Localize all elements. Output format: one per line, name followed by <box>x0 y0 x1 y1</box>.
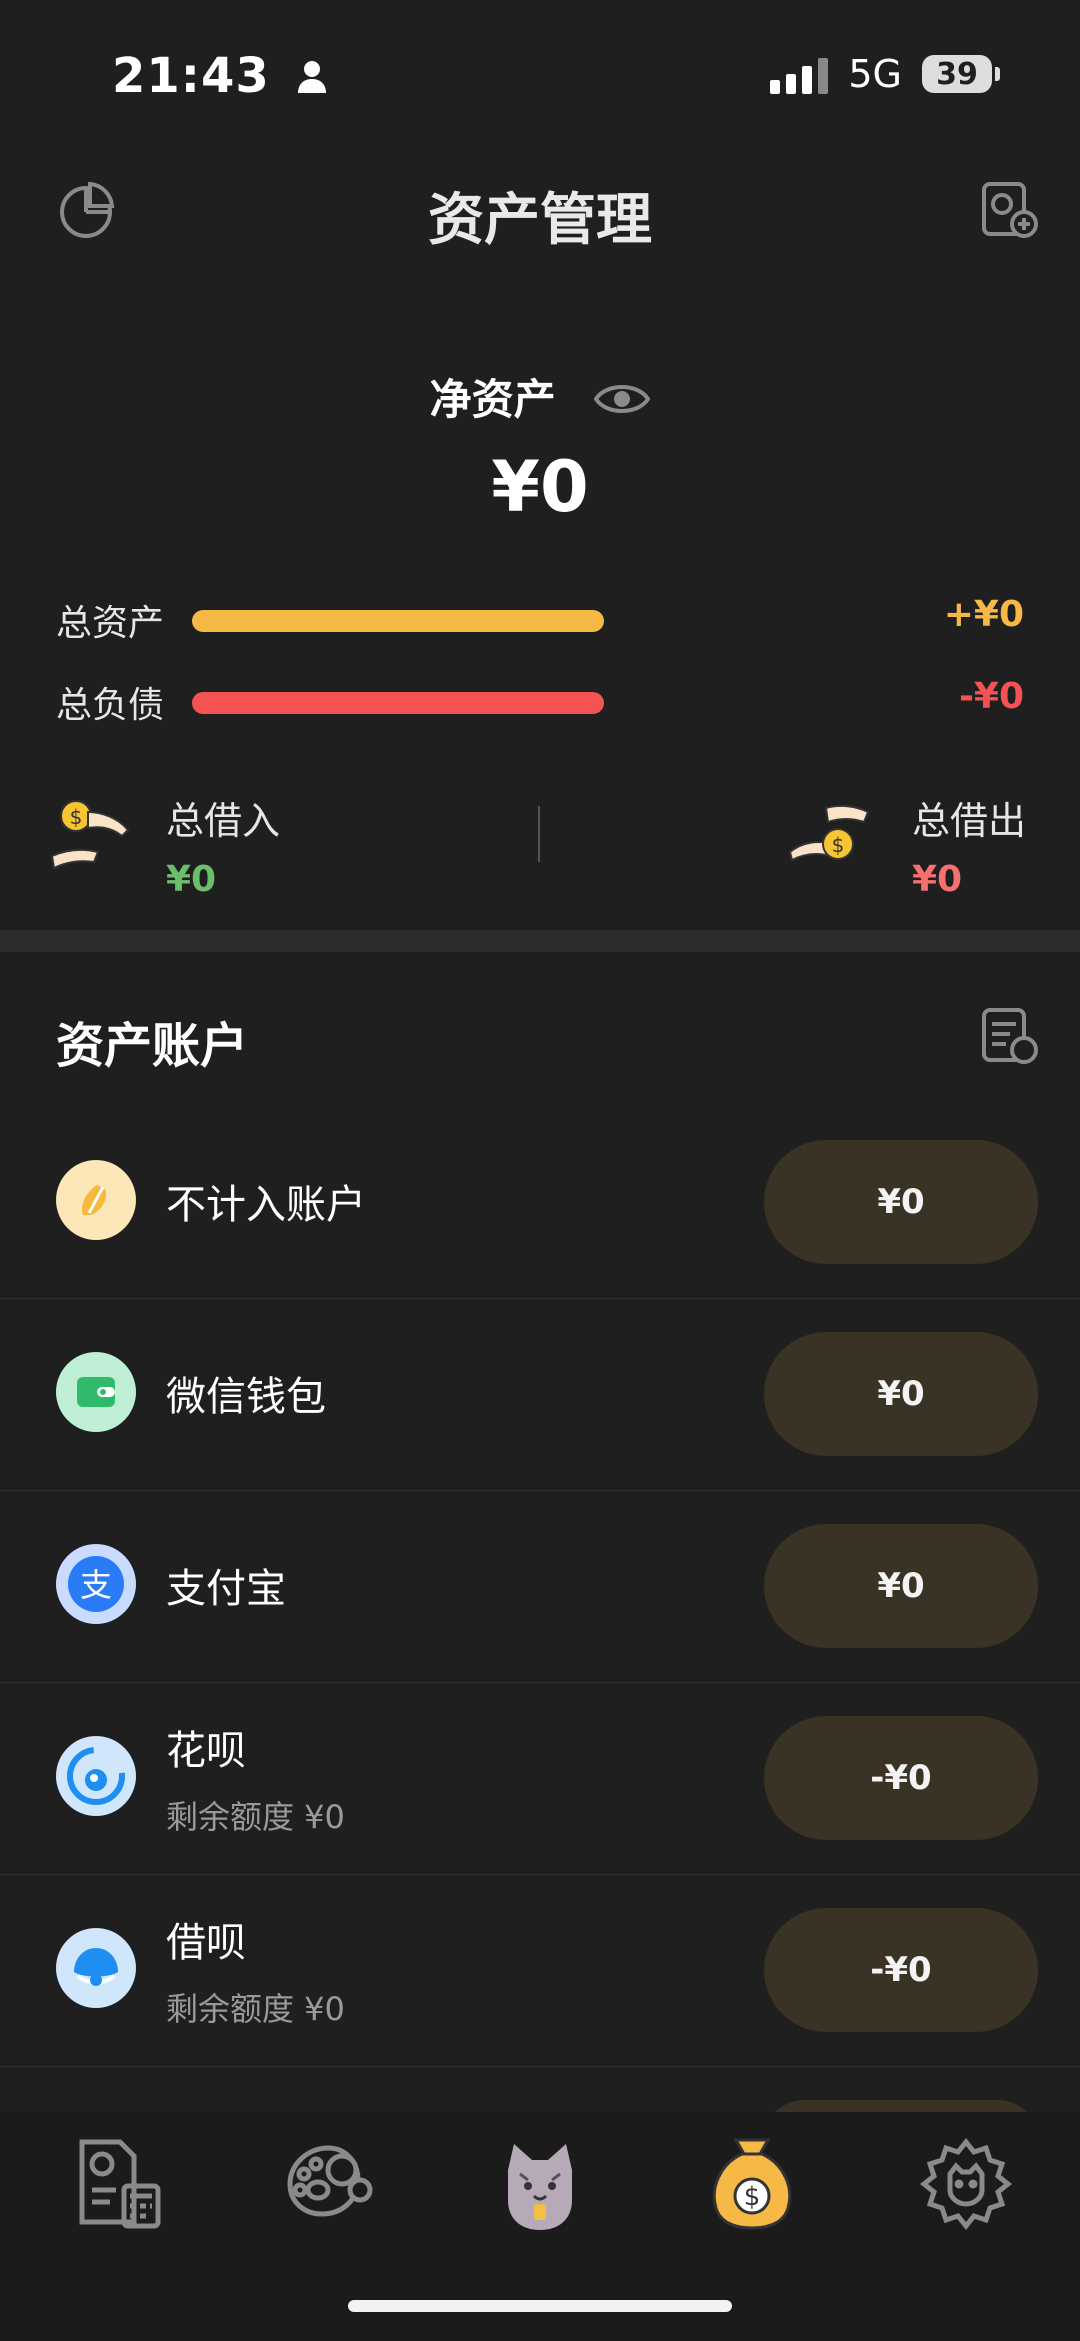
receive-coin-icon: $ <box>48 794 134 880</box>
section-divider <box>0 930 1080 952</box>
borrow-in-block[interactable]: $ 总借入 ¥0 <box>48 780 488 900</box>
account-amount-button[interactable]: ¥0 <box>764 1524 1038 1648</box>
svg-text:$: $ <box>744 2182 761 2212</box>
cat-paw-money-icon[interactable] <box>276 2134 376 2234</box>
account-name: 不计入账户 <box>166 1182 366 1228</box>
add-bill-icon[interactable] <box>980 180 1040 240</box>
account-credit-remaining: 剩余额度 ¥0 <box>166 1990 345 2028</box>
total-assets-row: 总资产 +¥0 <box>56 588 1024 648</box>
jiebei-icon <box>56 1928 136 2008</box>
account-amount-button[interactable]: ¥0 <box>764 1332 1038 1456</box>
give-coin-icon: $ <box>786 794 872 880</box>
total-liabilities-value: -¥0 <box>958 676 1024 717</box>
account-name: 借呗 <box>166 1920 246 1966</box>
svg-text:支: 支 <box>80 1566 112 1604</box>
status-time: 21:43 <box>112 48 328 107</box>
list-item-account[interactable]: 微信钱包 ¥0 <box>0 1298 1080 1491</box>
total-assets-bar <box>192 610 604 632</box>
list-item-account[interactable]: 借呗 剩余额度 ¥0 -¥0 <box>0 1874 1080 2067</box>
svg-text:$: $ <box>70 805 83 829</box>
home-indicator[interactable] <box>348 2300 732 2312</box>
lend-out-label: 总借出 <box>912 799 1027 843</box>
total-assets-value: +¥0 <box>943 594 1024 635</box>
account-amount-button[interactable]: -¥0 <box>764 1908 1038 2032</box>
cat-mascot-icon[interactable] <box>490 2134 590 2234</box>
money-bag-icon[interactable]: $ <box>702 2134 802 2234</box>
list-item-account[interactable]: 支 支付宝 ¥0 <box>0 1490 1080 1683</box>
divider <box>538 806 540 862</box>
list-item-account[interactable]: 不计入账户 ¥0 <box>0 1106 1080 1299</box>
account-credit-remaining: 剩余额度 ¥0 <box>166 1798 345 1836</box>
total-liabilities-row: 总负债 -¥0 <box>56 670 1024 730</box>
net-assets-label: 净资产 <box>0 366 1080 427</box>
page-title: 资产管理 <box>428 188 652 253</box>
network-label: 5G <box>848 52 902 96</box>
lend-out-block[interactable]: $ 总借出 ¥0 <box>786 780 1046 900</box>
user-icon <box>296 51 328 107</box>
svg-text:$: $ <box>832 833 845 857</box>
alipay-icon: 支 <box>56 1544 136 1624</box>
total-assets-label: 总资产 <box>56 603 165 644</box>
signal-icon <box>770 54 829 94</box>
cat-settings-icon[interactable] <box>916 2134 1016 2234</box>
lend-out-value: ¥0 <box>912 859 963 900</box>
account-name: 微信钱包 <box>166 1374 326 1420</box>
battery-icon: 39 <box>922 55 1000 93</box>
account-amount-button[interactable]: -¥0 <box>764 1716 1038 1840</box>
borrow-in-value: ¥0 <box>166 859 217 900</box>
account-list-icon[interactable] <box>980 1006 1040 1066</box>
wallet-icon <box>56 1352 136 1432</box>
total-liabilities-bar <box>192 692 604 714</box>
account-amount-button[interactable]: ¥0 <box>764 1140 1038 1264</box>
account-name: 花呗 <box>166 1728 246 1774</box>
huabei-icon <box>56 1736 136 1816</box>
borrow-in-label: 总借入 <box>166 799 281 843</box>
status-indicators: 5G 39 <box>770 52 1000 96</box>
account-name: 支付宝 <box>166 1566 286 1612</box>
total-liabilities-label: 总负债 <box>56 685 165 726</box>
list-item-account[interactable]: 花呗 剩余额度 ¥0 -¥0 <box>0 1682 1080 1875</box>
pouch-icon <box>56 1160 136 1240</box>
net-assets-value: ¥0 <box>491 446 589 528</box>
eye-icon[interactable] <box>593 378 651 427</box>
bill-icon[interactable] <box>70 2134 170 2234</box>
section-title: 资产账户 <box>56 1018 249 1074</box>
